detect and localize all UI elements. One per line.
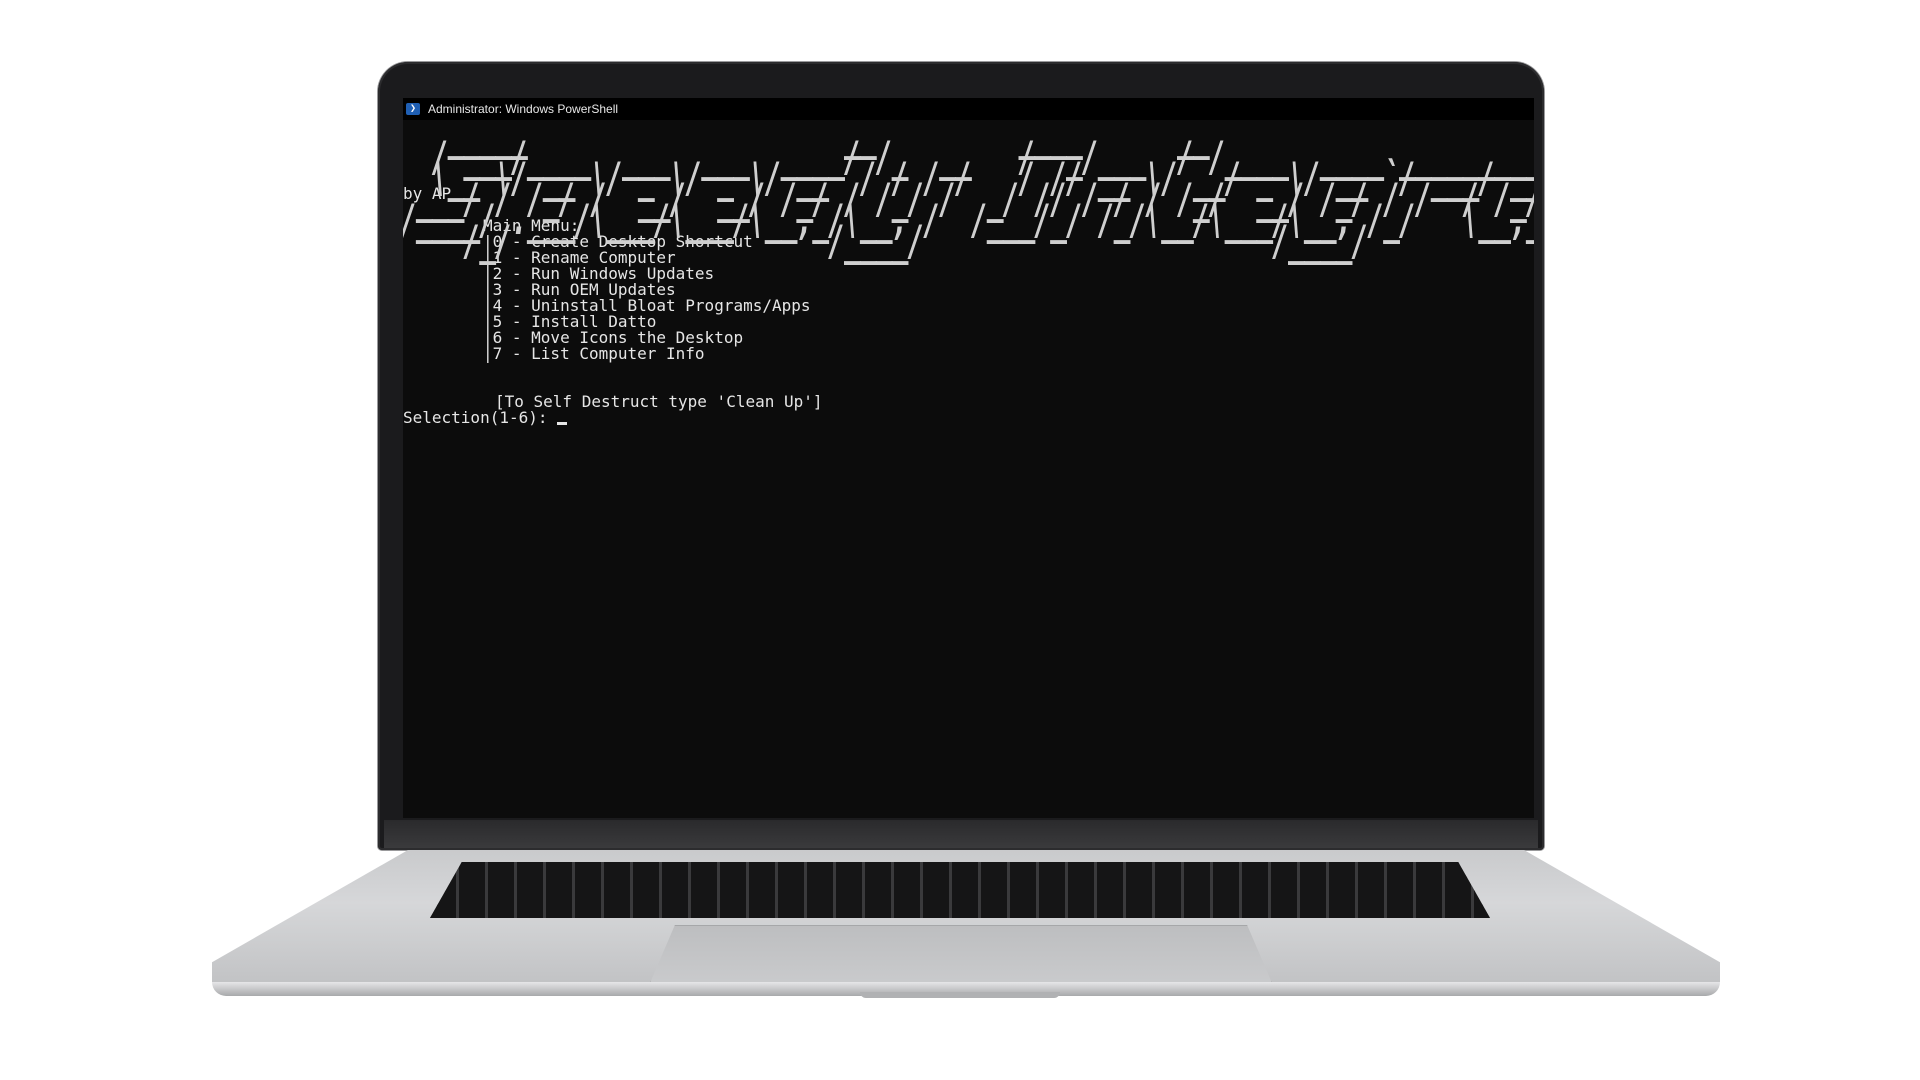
selection-prompt[interactable]: Selection(1-6): xyxy=(403,410,1534,426)
screen-chin xyxy=(384,820,1538,848)
banner-line: /_/ /____/ /____/ xyxy=(463,216,1368,266)
powershell-window[interactable]: ❯ Administrator: Windows PowerShell ____… xyxy=(403,98,1534,818)
laptop-photo: ❯ Administrator: Windows PowerShell ____… xyxy=(0,0,1920,1080)
prompt-text: Selection(1-6): xyxy=(403,408,548,427)
console-output[interactable]: _____ __ ____ __ __ _ ______ __ / ___/__… xyxy=(403,115,1534,818)
ascii-banner: _____ __ ____ __ __ _ ______ __ / ___/__… xyxy=(403,115,1534,262)
self-destruct-note: [To Self Destruct type 'Clean Up'] xyxy=(495,392,823,411)
keyboard xyxy=(430,862,1490,918)
trackpad xyxy=(650,925,1272,983)
text-cursor xyxy=(557,422,568,425)
menu-item-7: |7 - List Computer Info xyxy=(483,344,705,363)
lid-open-notch xyxy=(860,992,1060,998)
